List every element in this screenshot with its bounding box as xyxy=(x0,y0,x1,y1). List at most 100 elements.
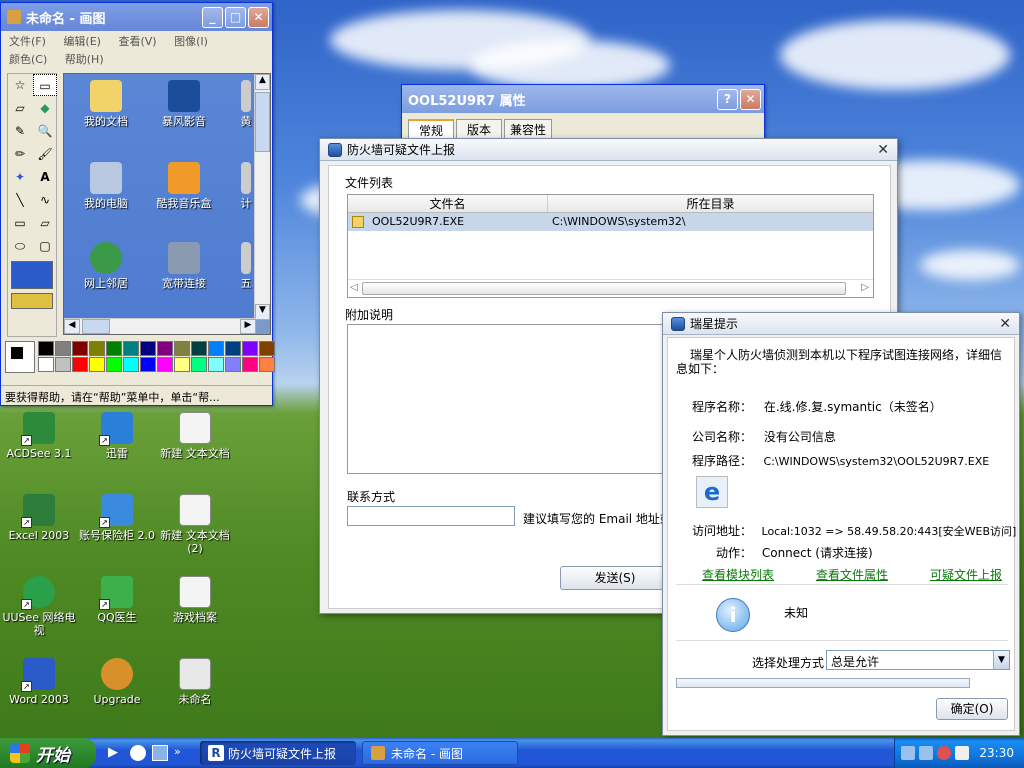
horizontal-scrollbar[interactable]: ◁ ▷ xyxy=(348,279,873,297)
ellipse-icon[interactable]: ⬭ xyxy=(8,235,32,257)
desktop-icon-game-archive[interactable]: 游戏档案 xyxy=(156,576,234,624)
color-swatch[interactable] xyxy=(89,357,105,372)
polygon-icon[interactable]: ▱ xyxy=(33,212,57,234)
magnifier-icon[interactable]: 🔍 xyxy=(33,120,57,142)
view-file-props-link[interactable]: 查看文件属性 xyxy=(816,566,888,583)
color-swatch[interactable] xyxy=(242,357,258,372)
color-swatch[interactable] xyxy=(174,341,190,356)
desktop-icon-word[interactable]: ↗ Word 2003 xyxy=(0,658,78,706)
scroll-right-icon[interactable]: ▷ xyxy=(861,282,869,293)
start-button[interactable]: 开始 xyxy=(0,738,96,768)
color-swatch[interactable] xyxy=(259,357,275,372)
scroll-down-icon[interactable]: ▼ xyxy=(255,304,270,320)
desktop-icon-safe[interactable]: ↗ 账号保险柜 2.0 xyxy=(78,494,156,542)
airbrush-icon[interactable]: ✦ xyxy=(8,166,32,188)
column-header-name[interactable]: 文件名 xyxy=(348,195,548,212)
properties-title-bar[interactable]: OOL52U9R7 属性 ? ✕ xyxy=(402,85,764,113)
vertical-scrollbar[interactable]: ▲ ▼ xyxy=(254,74,270,320)
scroll-thumb[interactable] xyxy=(255,92,270,152)
desktop-icon-qq-doctor[interactable]: ↗ QQ医生 xyxy=(78,576,156,624)
ok-button[interactable]: 确定(O) xyxy=(936,698,1008,720)
fill-icon[interactable]: ◆ xyxy=(33,97,57,119)
color-swatch[interactable] xyxy=(140,357,156,372)
line-icon[interactable]: ╲ xyxy=(8,189,32,211)
rectangle-icon[interactable]: ▭ xyxy=(8,212,32,234)
color-swatch[interactable] xyxy=(38,341,54,356)
network-icon[interactable] xyxy=(919,746,934,760)
report-file-link[interactable]: 可疑文件上报 xyxy=(930,566,1002,583)
desktop-icon-text-doc-2[interactable]: 新建 文本文档 (2) xyxy=(156,494,234,555)
color-swatch[interactable] xyxy=(259,341,275,356)
color-swatch[interactable] xyxy=(191,341,207,356)
table-row[interactable]: OOL52U9R7.EXE C:\WINDOWS\system32\ xyxy=(348,213,873,231)
handle-select[interactable]: 总是允许 ▼ xyxy=(826,650,1010,670)
menu-help[interactable]: 帮助(H) xyxy=(65,53,104,66)
color-swatch[interactable] xyxy=(208,341,224,356)
desktop-icon-uusee[interactable]: ↗ UUSee 网络电视 xyxy=(0,576,78,637)
chevron-right-icon[interactable]: » xyxy=(174,745,181,761)
color-swatch[interactable] xyxy=(106,341,122,356)
desktop-icon-bitmap[interactable]: 未命名 xyxy=(156,658,234,706)
color-swatch[interactable] xyxy=(123,357,139,372)
scroll-left-icon[interactable]: ◁ xyxy=(350,282,358,293)
alert-title-bar[interactable]: 瑞星提示 ✕ xyxy=(663,313,1019,335)
desktop-icon-acdsee[interactable]: ↗ ACDSee 3.1 xyxy=(0,412,78,460)
curve-icon[interactable]: ∿ xyxy=(33,189,57,211)
color-swatch[interactable] xyxy=(225,357,241,372)
close-icon[interactable]: ✕ xyxy=(877,142,889,158)
upload-title-bar[interactable]: 防火墙可疑文件上报 ✕ xyxy=(320,139,897,161)
show-desktop-icon[interactable]: ▶ xyxy=(108,745,124,761)
contact-input[interactable] xyxy=(347,506,515,526)
scroll-up-icon[interactable]: ▲ xyxy=(255,74,270,90)
explorer-icon[interactable] xyxy=(152,745,168,761)
tab-version[interactable]: 版本 xyxy=(456,119,503,140)
column-header-dir[interactable]: 所在目录 xyxy=(548,195,873,212)
media-player-icon[interactable] xyxy=(130,745,146,761)
menu-edit[interactable]: 编辑(E) xyxy=(63,35,101,48)
scroll-left-icon[interactable]: ◀ xyxy=(64,319,80,334)
text-tool-icon[interactable]: A xyxy=(33,166,57,188)
menu-file[interactable]: 文件(F) xyxy=(9,35,46,48)
close-icon[interactable]: ✕ xyxy=(999,316,1011,332)
maximize-button[interactable]: □ xyxy=(225,6,246,28)
color-swatch[interactable] xyxy=(55,357,71,372)
paint-title-bar[interactable]: 未命名 - 画图 _ □ ✕ xyxy=(1,3,272,31)
color-swatch[interactable] xyxy=(157,341,173,356)
close-button[interactable]: ✕ xyxy=(740,88,761,110)
network-icon[interactable] xyxy=(901,746,916,760)
scroll-thumb[interactable] xyxy=(362,282,846,295)
task-paint[interactable]: 未命名 - 画图 xyxy=(362,741,518,765)
color-swatch[interactable] xyxy=(89,341,105,356)
task-upload-dialog[interactable]: R 防火墙可疑文件上报 xyxy=(200,741,356,765)
rect-select-icon[interactable]: ▭ xyxy=(33,74,57,96)
tab-compatibility[interactable]: 兼容性 xyxy=(504,119,553,140)
brush-icon[interactable]: 🖌 xyxy=(33,143,57,165)
color-swatch[interactable] xyxy=(72,357,88,372)
minimize-button[interactable]: _ xyxy=(202,6,223,28)
desktop-icon-upgrade[interactable]: Upgrade xyxy=(78,658,156,706)
view-modules-link[interactable]: 查看模块列表 xyxy=(702,566,774,583)
current-colors[interactable] xyxy=(5,341,35,373)
color-swatch[interactable] xyxy=(242,341,258,356)
help-button[interactable]: ? xyxy=(717,88,738,110)
color-swatch[interactable] xyxy=(106,357,122,372)
menu-view[interactable]: 查看(V) xyxy=(118,35,156,48)
scroll-thumb[interactable] xyxy=(82,319,110,334)
color-picker-icon[interactable]: ✎ xyxy=(8,120,32,142)
chevron-down-icon[interactable]: ▼ xyxy=(993,651,1009,669)
desktop-icon-text-doc[interactable]: 新建 文本文档 xyxy=(156,412,234,460)
color-swatch[interactable] xyxy=(191,357,207,372)
desktop-icon-excel[interactable]: ↗ Excel 2003 xyxy=(0,494,78,542)
menu-colors[interactable]: 颜色(C) xyxy=(9,53,47,66)
color-swatch[interactable] xyxy=(72,341,88,356)
color-swatch[interactable] xyxy=(157,357,173,372)
rounded-rect-icon[interactable]: ▢ xyxy=(33,235,57,257)
color-swatch[interactable] xyxy=(225,341,241,356)
color-swatch[interactable] xyxy=(208,357,224,372)
close-button[interactable]: ✕ xyxy=(248,6,269,28)
tool-option-box[interactable] xyxy=(11,261,53,289)
clock[interactable]: 23:30 xyxy=(979,746,1014,760)
desktop-icon-thunder[interactable]: ↗ 迅雷 xyxy=(78,412,156,460)
paint-canvas[interactable]: 我的文档 暴风影音 黄 我的电脑 酷我音乐盒 计 网上邻居 宽带连接 五 ▲ ▼… xyxy=(63,73,271,335)
tool-option-box[interactable] xyxy=(11,293,53,309)
